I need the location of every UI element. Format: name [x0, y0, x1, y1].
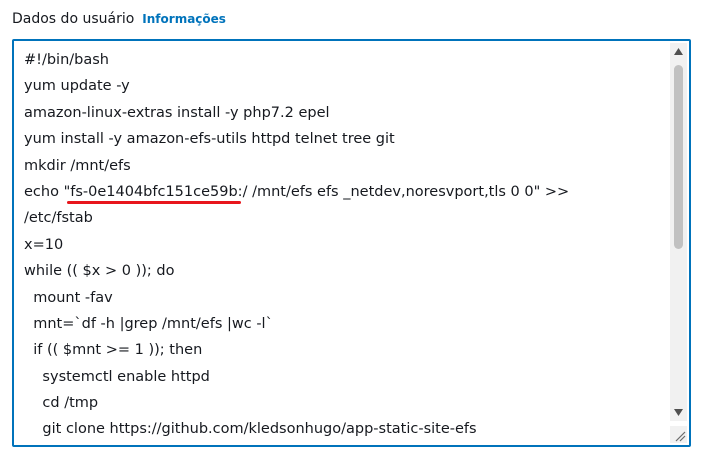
code-line-efs-mount: echo "fs-0e1404bfc151ce59b:/ /mnt/efs ef… [24, 179, 664, 205]
code-line: if (( $mnt >= 1 )); then [24, 342, 203, 359]
code-line: yum update -y [24, 78, 130, 95]
scroll-down-icon[interactable] [670, 404, 687, 421]
user-data-field-header: Dados do usuário Informações [12, 11, 226, 31]
scroll-up-icon[interactable] [670, 43, 687, 60]
efs-id-highlight: fs-0e1404bfc151ce59b: [67, 179, 243, 205]
code-line: while (( $x > 0 )); do [24, 263, 175, 280]
code-line: yum install -y amazon-efs-utils httpd te… [24, 131, 395, 148]
code-line: mount -fav [24, 289, 113, 306]
scrollbar-thumb[interactable] [674, 65, 683, 249]
user-data-content[interactable]: #!/bin/bash yum update -y amazon-linux-e… [24, 47, 664, 443]
resize-grip-icon[interactable] [670, 426, 687, 443]
code-line: mnt=`df -h |grep /mnt/efs |wc -l` [24, 315, 273, 332]
info-link[interactable]: Informações [142, 12, 226, 26]
code-line: git clone https://github.com/kledsonhugo… [24, 421, 477, 438]
user-data-label: Dados do usuário [12, 11, 135, 27]
code-line: systemctl enable httpd [24, 368, 210, 385]
code-line: #!/bin/bash [24, 52, 109, 68]
code-line: mkdir /mnt/efs [24, 157, 131, 174]
code-line: amazon-linux-extras install -y php7.2 ep… [24, 104, 330, 121]
code-line: x=10 [24, 236, 64, 253]
vertical-scrollbar[interactable] [670, 43, 687, 421]
code-line: /etc/fstab [24, 210, 93, 227]
code-line: cd /tmp [24, 395, 99, 412]
user-data-textarea[interactable]: #!/bin/bash yum update -y amazon-linux-e… [12, 39, 691, 447]
